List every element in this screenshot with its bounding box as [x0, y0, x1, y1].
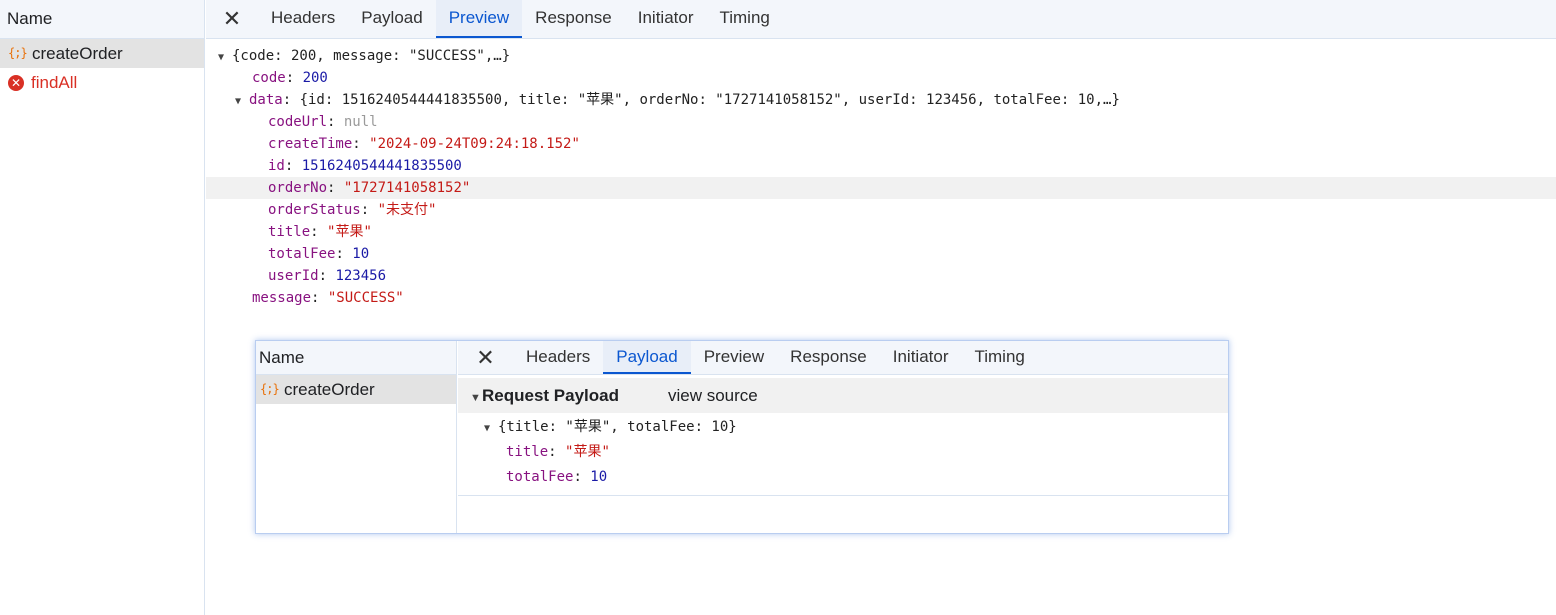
data-summary: {id: 1516240544441835500, title: "苹果", o…	[299, 92, 1120, 108]
json-value: null	[343, 114, 378, 130]
expand-triangle-icon[interactable]: ▼	[484, 416, 498, 441]
overlay-request-list: Name {;} createOrder	[256, 341, 457, 533]
tab-payload[interactable]: Payload	[348, 0, 435, 38]
tree-row-code[interactable]: code: 200	[206, 67, 1556, 89]
tab-initiator[interactable]: Initiator	[880, 341, 962, 374]
json-key: data	[249, 92, 283, 108]
tree-root-row[interactable]: ▼ {code: 200, message: "SUCCESS",…}	[206, 45, 1556, 67]
preview-json-tree: ▼ {code: 200, message: "SUCCESS",…} code:…	[206, 45, 1556, 309]
detail-tabbar: ✕ Headers Payload Preview Response Initi…	[206, 0, 1556, 39]
tree-row-totalfee[interactable]: totalFee: 10	[206, 243, 1556, 265]
tree-row-message[interactable]: message: "SUCCESS"	[206, 287, 1556, 309]
json-key: orderStatus	[268, 202, 361, 218]
payload-title: Request Payload	[482, 385, 619, 405]
json-value: 123456	[335, 268, 387, 284]
json-value: "苹果"	[565, 444, 610, 460]
json-value: 200	[302, 70, 328, 86]
fetch-icon: {;}	[260, 382, 280, 396]
tab-timing[interactable]: Timing	[706, 0, 782, 38]
close-icon[interactable]: ✕	[206, 0, 258, 38]
request-payload-section-header[interactable]: ▼Request Payload view source	[458, 378, 1228, 413]
payload-overlay-panel: Name {;} createOrder ✕ Headers Payload P…	[255, 340, 1229, 534]
close-icon[interactable]: ✕	[458, 341, 513, 374]
json-key: message	[252, 290, 312, 306]
json-value: "SUCCESS"	[327, 290, 404, 306]
payload-summary: {title: "苹果", totalFee: 10}	[498, 419, 737, 435]
json-value: "2024-09-24T09:24:18.152"	[369, 136, 580, 152]
name-column-header[interactable]: Name	[256, 341, 456, 375]
fetch-icon: {;}	[8, 46, 28, 60]
tab-headers[interactable]: Headers	[258, 0, 348, 38]
json-key: code	[252, 70, 286, 86]
request-name: createOrder	[284, 380, 375, 399]
root-summary: {code: 200, message: "SUCCESS",…}	[232, 48, 511, 64]
divider	[458, 495, 1228, 496]
json-key: userId	[268, 268, 319, 284]
tree-row-id[interactable]: id: 1516240544441835500	[206, 155, 1556, 177]
overlay-tabbar: ✕ Headers Payload Preview Response Initi…	[458, 341, 1228, 375]
tab-preview[interactable]: Preview	[691, 341, 777, 374]
tab-initiator[interactable]: Initiator	[625, 0, 707, 38]
tab-preview[interactable]: Preview	[435, 0, 523, 38]
tree-row-createtime[interactable]: createTime: "2024-09-24T09:24:18.152"	[206, 133, 1556, 155]
json-key: codeUrl	[268, 114, 328, 130]
tree-row-codeurl[interactable]: codeUrl: null	[206, 111, 1556, 133]
json-value: 10	[352, 246, 370, 262]
payload-row-title[interactable]: title: "苹果"	[458, 440, 1228, 465]
tree-row-orderstatus[interactable]: orderStatus: "未支付"	[206, 199, 1556, 221]
request-name: findAll	[31, 73, 78, 92]
view-source-link[interactable]: view source	[668, 386, 758, 406]
tree-row-title[interactable]: title: "苹果"	[206, 221, 1556, 243]
json-key: totalFee	[268, 246, 336, 262]
expand-triangle-icon[interactable]: ▼	[470, 392, 482, 404]
json-key: id	[268, 158, 285, 174]
json-value: 10	[590, 469, 608, 485]
payload-title-wrap: ▼Request Payload	[458, 386, 668, 406]
json-key: title	[506, 444, 549, 460]
json-value: "1727141058152"	[343, 180, 471, 196]
request-list-panel: Name {;} createOrder ✕ findAll	[0, 0, 205, 615]
error-icon: ✕	[8, 74, 24, 91]
request-row-findall[interactable]: ✕ findAll	[0, 68, 204, 97]
json-key: title	[268, 224, 311, 240]
request-row-createorder[interactable]: {;} createOrder	[256, 375, 456, 404]
expand-triangle-icon[interactable]: ▼	[218, 47, 232, 69]
tree-row-data[interactable]: ▼ data: {id: 1516240544441835500, title: …	[206, 89, 1556, 111]
json-key: orderNo	[268, 180, 328, 196]
tab-response[interactable]: Response	[522, 0, 625, 38]
tree-row-userid[interactable]: userId: 123456	[206, 265, 1556, 287]
tree-row-orderno[interactable]: orderNo: "1727141058152"	[206, 177, 1556, 199]
json-key: totalFee	[506, 469, 574, 485]
json-value: 1516240544441835500	[301, 158, 462, 174]
json-key: createTime	[268, 136, 353, 152]
tab-timing[interactable]: Timing	[961, 341, 1037, 374]
json-value: "未支付"	[377, 202, 437, 218]
tab-payload[interactable]: Payload	[603, 341, 691, 374]
request-name: createOrder	[32, 44, 123, 63]
payload-json-tree: ▼ {title: "苹果", totalFee: 10} title: "苹果"…	[458, 415, 1228, 490]
request-row-createorder[interactable]: {;} createOrder	[0, 39, 204, 68]
name-column-header[interactable]: Name	[0, 0, 204, 39]
tab-headers[interactable]: Headers	[513, 341, 603, 374]
json-value: "苹果"	[327, 224, 372, 240]
expand-triangle-icon[interactable]: ▼	[235, 91, 249, 113]
tab-response[interactable]: Response	[777, 341, 880, 374]
payload-row-totalfee[interactable]: totalFee: 10	[458, 465, 1228, 490]
payload-root-row[interactable]: ▼ {title: "苹果", totalFee: 10}	[458, 415, 1228, 440]
